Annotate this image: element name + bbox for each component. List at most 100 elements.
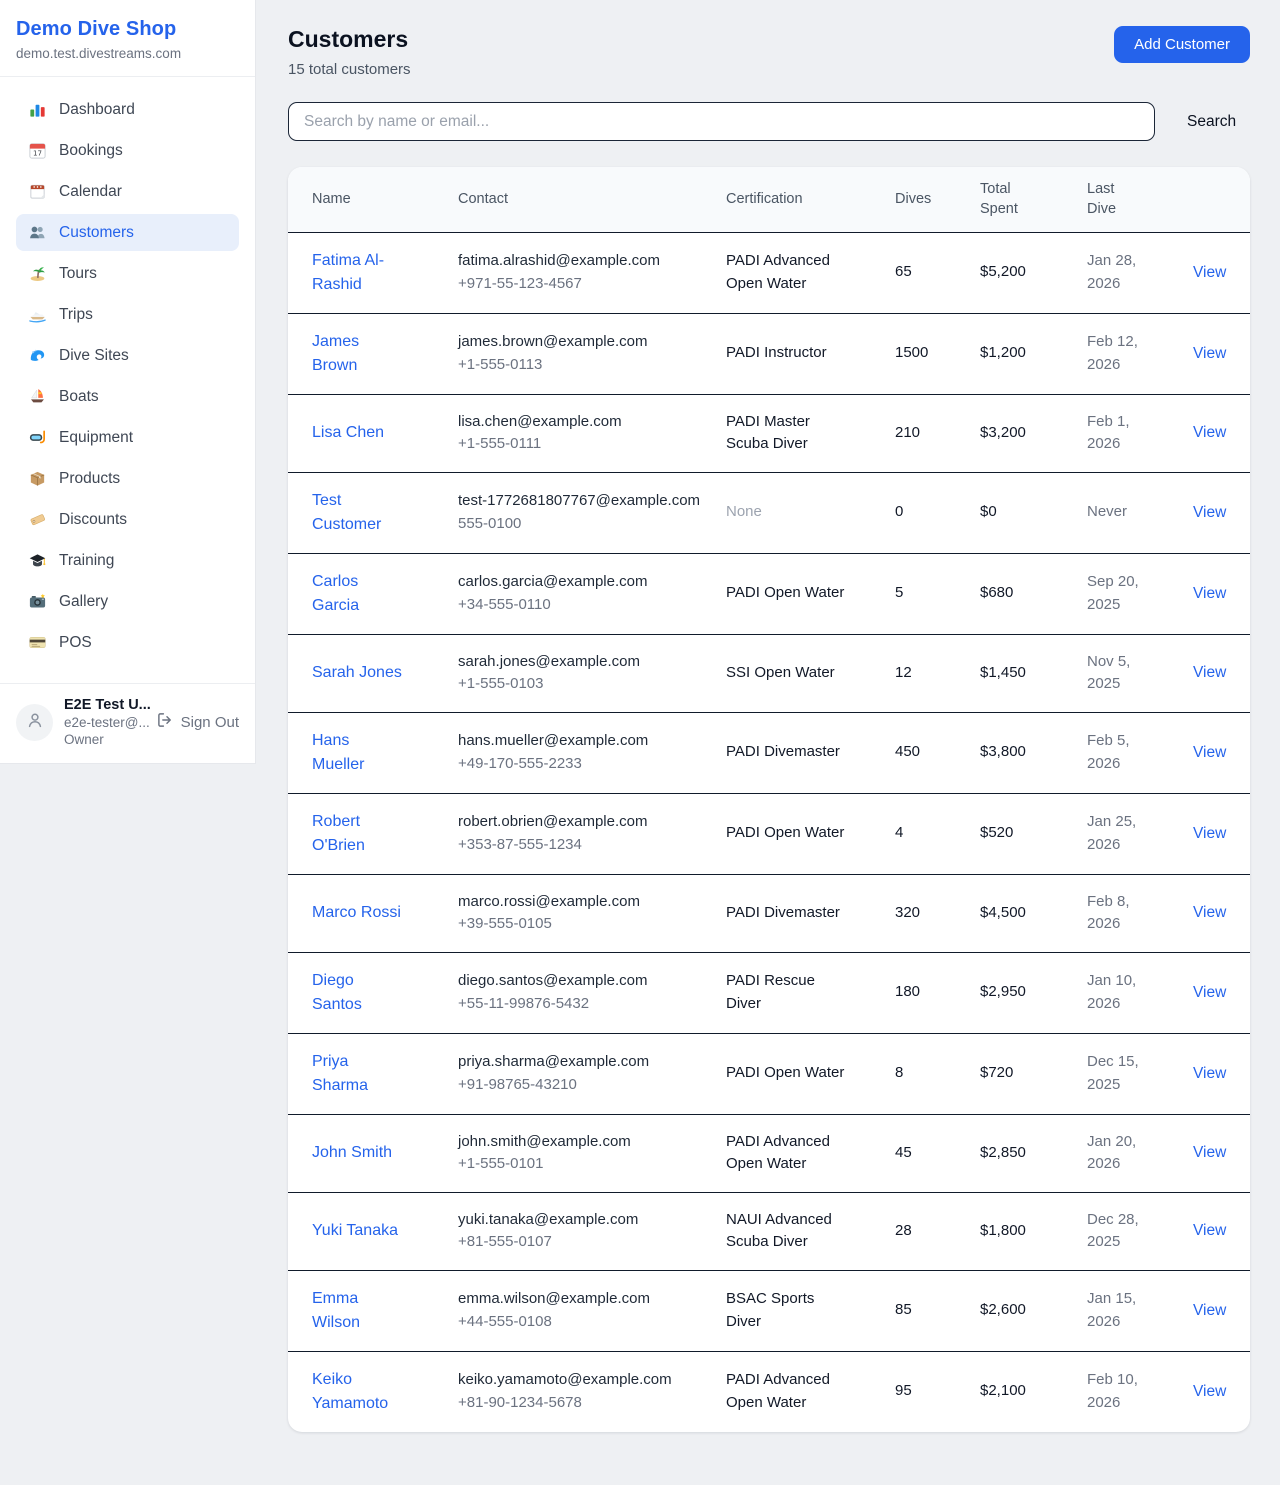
customer-email: lisa.chen@example.com [458, 411, 704, 434]
customer-last-dive: Feb 10, 2026 [1087, 1369, 1167, 1414]
sidebar-item-trips[interactable]: Trips [16, 296, 239, 333]
customer-email: emma.wilson@example.com [458, 1288, 704, 1311]
view-customer-link[interactable]: View [1193, 585, 1226, 602]
customer-total-spent: $2,100 [980, 1351, 1087, 1432]
customer-total-spent: $3,800 [980, 712, 1087, 793]
sidebar-item-label: Tours [59, 265, 97, 283]
customer-phone: +81-90-1234-5678 [458, 1392, 704, 1415]
add-customer-button[interactable]: Add Customer [1114, 26, 1250, 63]
customer-name-link[interactable]: John Smith [312, 1144, 392, 1161]
customer-name-link[interactable]: Diego Santos [312, 972, 362, 1013]
customer-total-spent: $520 [980, 793, 1087, 874]
customer-dives: 1500 [895, 313, 980, 394]
view-customer-link[interactable]: View [1193, 825, 1226, 842]
sidebar-item-dive-sites[interactable]: Dive Sites [16, 337, 239, 374]
view-customer-link[interactable]: View [1193, 1144, 1226, 1161]
avatar [16, 704, 53, 741]
sidebar-item-dashboard[interactable]: Dashboard [16, 91, 239, 128]
view-customer-link[interactable]: View [1193, 1302, 1226, 1319]
sign-out-icon [156, 711, 174, 733]
customer-name-link[interactable]: Marco Rossi [312, 904, 401, 921]
view-customer-link[interactable]: View [1193, 345, 1226, 362]
view-customer-link[interactable]: View [1193, 984, 1226, 1001]
customer-certification: PADI Divemaster [726, 902, 850, 925]
sidebar-item-discounts[interactable]: Discounts [16, 501, 239, 538]
customer-last-dive: Jan 15, 2026 [1087, 1288, 1167, 1333]
sidebar-item-calendar[interactable]: Calendar [16, 173, 239, 210]
dive-mask-icon [28, 428, 47, 447]
customer-certification: PADI Rescue Diver [726, 970, 850, 1015]
customer-name-link[interactable]: Fatima Al-Rashid [312, 252, 384, 293]
view-customer-link[interactable]: View [1193, 424, 1226, 441]
brand-name: Demo Dive Shop [16, 18, 239, 41]
person-icon [25, 710, 45, 735]
column-header-total-spent: Total Spent [980, 179, 1024, 220]
customer-total-spent: $1,450 [980, 634, 1087, 712]
customer-dives: 5 [895, 553, 980, 634]
customer-name-link[interactable]: Lisa Chen [312, 424, 384, 441]
view-customer-link[interactable]: View [1193, 664, 1226, 681]
sign-out-label: Sign Out [181, 714, 239, 731]
sidebar-item-customers[interactable]: Customers [16, 214, 239, 251]
search-input[interactable] [288, 102, 1155, 141]
customer-certification: NAUI Advanced Scuba Diver [726, 1209, 850, 1254]
customer-name-link[interactable]: Hans Mueller [312, 732, 364, 773]
customer-email: james.brown@example.com [458, 331, 704, 354]
customer-phone: +39-555-0105 [458, 913, 704, 936]
view-customer-link[interactable]: View [1193, 1065, 1226, 1082]
customer-name-link[interactable]: Robert O'Brien [312, 813, 365, 854]
customer-last-dive: Dec 15, 2025 [1087, 1051, 1167, 1096]
customer-name-link[interactable]: Keiko Yamamoto [312, 1371, 388, 1412]
table-row: Lisa Chen lisa.chen@example.com +1-555-0… [288, 394, 1250, 472]
customer-email: keiko.yamamoto@example.com [458, 1369, 704, 1392]
customer-name-link[interactable]: Test Customer [312, 492, 381, 533]
customer-name-link[interactable]: James Brown [312, 333, 359, 374]
table-row: John Smith john.smith@example.com +1-555… [288, 1114, 1250, 1192]
sidebar-item-label: Boats [59, 388, 99, 406]
sidebar-item-equipment[interactable]: Equipment [16, 419, 239, 456]
customer-email: priya.sharma@example.com [458, 1051, 704, 1074]
sidebar-item-bookings[interactable]: 17 Bookings [16, 132, 239, 169]
customer-dives: 450 [895, 712, 980, 793]
sidebar-item-label: Equipment [59, 429, 133, 447]
sidebar-item-pos[interactable]: POS [16, 624, 239, 661]
view-customer-link[interactable]: View [1193, 504, 1226, 521]
table-row: Yuki Tanaka yuki.tanaka@example.com +81-… [288, 1192, 1250, 1270]
customer-dives: 0 [895, 472, 980, 553]
view-customer-link[interactable]: View [1193, 1383, 1226, 1400]
sidebar-item-tours[interactable]: Tours [16, 255, 239, 292]
customer-email: fatima.alrashid@example.com [458, 250, 704, 273]
customer-total-spent: $0 [980, 472, 1087, 553]
customer-certification: PADI Advanced Open Water [726, 1131, 850, 1176]
sidebar-item-training[interactable]: Training [16, 542, 239, 579]
customer-last-dive: Feb 8, 2026 [1087, 891, 1167, 936]
view-customer-link[interactable]: View [1193, 264, 1226, 281]
view-customer-link[interactable]: View [1193, 904, 1226, 921]
customer-last-dive: Jan 10, 2026 [1087, 970, 1167, 1015]
sign-out-button[interactable]: Sign Out [156, 711, 239, 733]
sidebar-item-boats[interactable]: Boats [16, 378, 239, 415]
search-button[interactable]: Search [1181, 113, 1242, 131]
customer-name-link[interactable]: Priya Sharma [312, 1053, 368, 1094]
page-title-block: Customers 15 total customers [288, 26, 411, 78]
sidebar-item-products[interactable]: Products [16, 460, 239, 497]
customer-phone: +44-555-0108 [458, 1311, 704, 1334]
sidebar-item-gallery[interactable]: Gallery [16, 583, 239, 620]
calendar-icon: 17 [28, 141, 47, 160]
view-customer-link[interactable]: View [1193, 1222, 1226, 1239]
customer-certification: PADI Master Scuba Diver [726, 411, 850, 456]
view-customer-link[interactable]: View [1193, 744, 1226, 761]
customer-certification: PADI Divemaster [726, 741, 850, 764]
user-email: e2e-tester@... [64, 715, 145, 730]
sidebar-item-label: Discounts [59, 511, 127, 529]
customer-name-link[interactable]: Emma Wilson [312, 1290, 360, 1331]
customer-email: hans.mueller@example.com [458, 730, 704, 753]
customer-total-spent: $720 [980, 1033, 1087, 1114]
customer-name-link[interactable]: Yuki Tanaka [312, 1222, 398, 1239]
customer-name-link[interactable]: Carlos Garcia [312, 573, 359, 614]
customer-total-spent: $2,950 [980, 952, 1087, 1033]
customer-phone: +81-555-0107 [458, 1231, 704, 1254]
sidebar-item-label: Dashboard [59, 101, 135, 119]
sidebar-item-label: Calendar [59, 183, 122, 201]
customer-name-link[interactable]: Sarah Jones [312, 664, 402, 681]
